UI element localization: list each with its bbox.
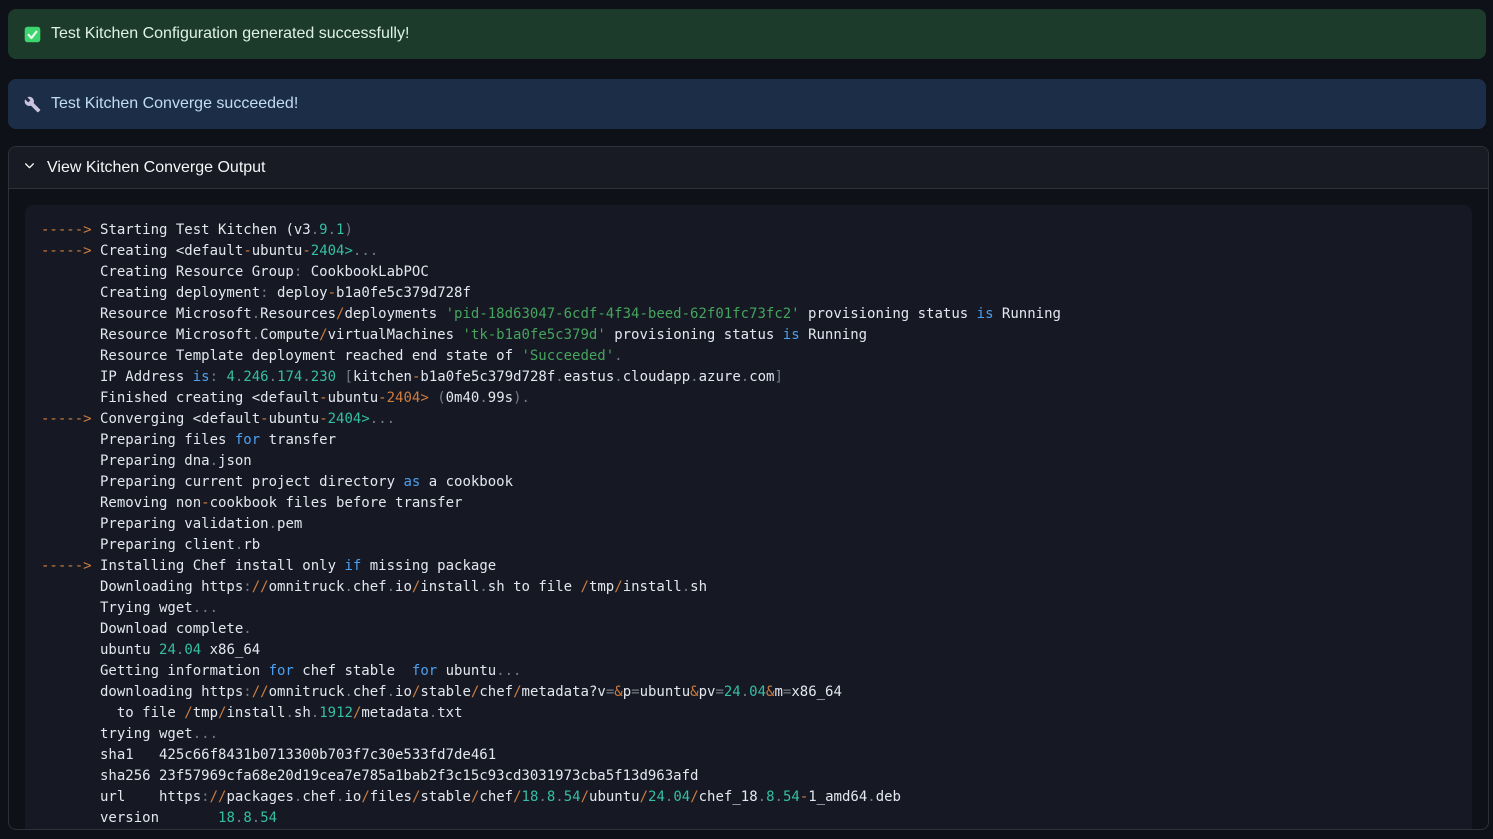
console-line: Removing non-cookbook files before trans… [41,493,1456,514]
console-line: -----> Creating <default-ubuntu-2404>... [41,241,1456,262]
console-line: downloading https://omnitruck.chef.io/st… [41,682,1456,703]
expander-header[interactable]: View Kitchen Converge Output [9,147,1488,189]
console-line: Preparing dna.json [41,451,1456,472]
console-line: Finished creating <default-ubuntu-2404> … [41,388,1456,409]
console-line: -----> Installing Chef install only if m… [41,556,1456,577]
console-line: Preparing validation.pem [41,514,1456,535]
console-line: Resource Microsoft.Resources/deployments… [41,304,1456,325]
console-line: Creating deployment: deploy-b1a0fe5c379d… [41,283,1456,304]
console-line: Creating Resource Group: CookbookLabPOC [41,262,1456,283]
console-line: sha1 425c66f8431b0713300b703f7c30e533fd7… [41,745,1456,766]
console-line: Resource Template deployment reached end… [41,346,1456,367]
console-line: sha256 23f57969cfa68e20d19cea7e785a1bab2… [41,766,1456,787]
console-line: Getting information for chef stable for … [41,661,1456,682]
console-output[interactable]: -----> Starting Test Kitchen (v3.9.1)---… [25,205,1472,830]
console-line: version 18.8.54 [41,808,1456,829]
console-line: Resource Microsoft.Compute/virtualMachin… [41,325,1456,346]
expander-body: -----> Starting Test Kitchen (v3.9.1)---… [9,189,1488,830]
console-line: Trying wget... [41,598,1456,619]
chevron-down-icon [23,159,36,177]
console-line: url https://packages.chef.io/files/stabl… [41,787,1456,808]
success-alert-text: Test Kitchen Configuration generated suc… [51,25,409,43]
console-line: ubuntu 24.04 x86_64 [41,640,1456,661]
app-root: Test Kitchen Configuration generated suc… [0,9,1493,830]
console-line: Preparing client.rb [41,535,1456,556]
console-line: Preparing files for transfer [41,430,1456,451]
console-line: to file /tmp/install.sh.1912/metadata.tx… [41,703,1456,724]
console-line: Download complete. [41,619,1456,640]
info-alert-text: Test Kitchen Converge succeeded! [51,95,298,113]
expander-label: View Kitchen Converge Output [47,159,266,177]
console-line: trying wget... [41,724,1456,745]
check-icon [24,26,41,43]
converge-output-expander: View Kitchen Converge Output -----> Star… [8,146,1489,830]
console-code: -----> Starting Test Kitchen (v3.9.1)---… [41,220,1456,829]
wrench-icon [24,96,41,113]
success-alert: Test Kitchen Configuration generated suc… [8,9,1486,59]
console-line: -----> Starting Test Kitchen (v3.9.1) [41,220,1456,241]
console-line: Downloading https://omnitruck.chef.io/in… [41,577,1456,598]
console-line: Preparing current project directory as a… [41,472,1456,493]
console-line: -----> Converging <default-ubuntu-2404>.… [41,409,1456,430]
info-alert: Test Kitchen Converge succeeded! [8,79,1486,129]
console-line: IP Address is: 4.246.174.230 [kitchen-b1… [41,367,1456,388]
